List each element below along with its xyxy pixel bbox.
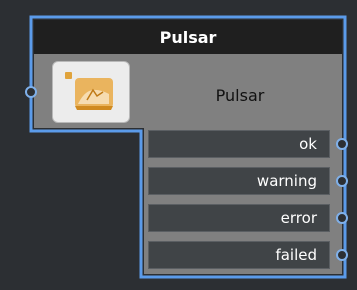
output-port-failed: failed (148, 241, 330, 269)
node-icon-tile (52, 61, 130, 123)
node-title[interactable]: Pulsar (34, 20, 342, 54)
output-port-failed-connector[interactable] (336, 249, 348, 261)
output-port-ok-connector[interactable] (336, 138, 348, 150)
output-port-warning: warning (148, 167, 330, 195)
output-port-error-connector[interactable] (336, 212, 348, 224)
input-port[interactable] (25, 86, 37, 98)
flow-canvas: Pulsar Pulsar ok warning error failed (0, 0, 357, 290)
output-port-warning-connector[interactable] (336, 175, 348, 187)
pulsar-icon (65, 72, 113, 110)
output-port-ok: ok (148, 130, 330, 158)
node-label: Pulsar (215, 85, 265, 105)
output-port-error: error (148, 204, 330, 232)
